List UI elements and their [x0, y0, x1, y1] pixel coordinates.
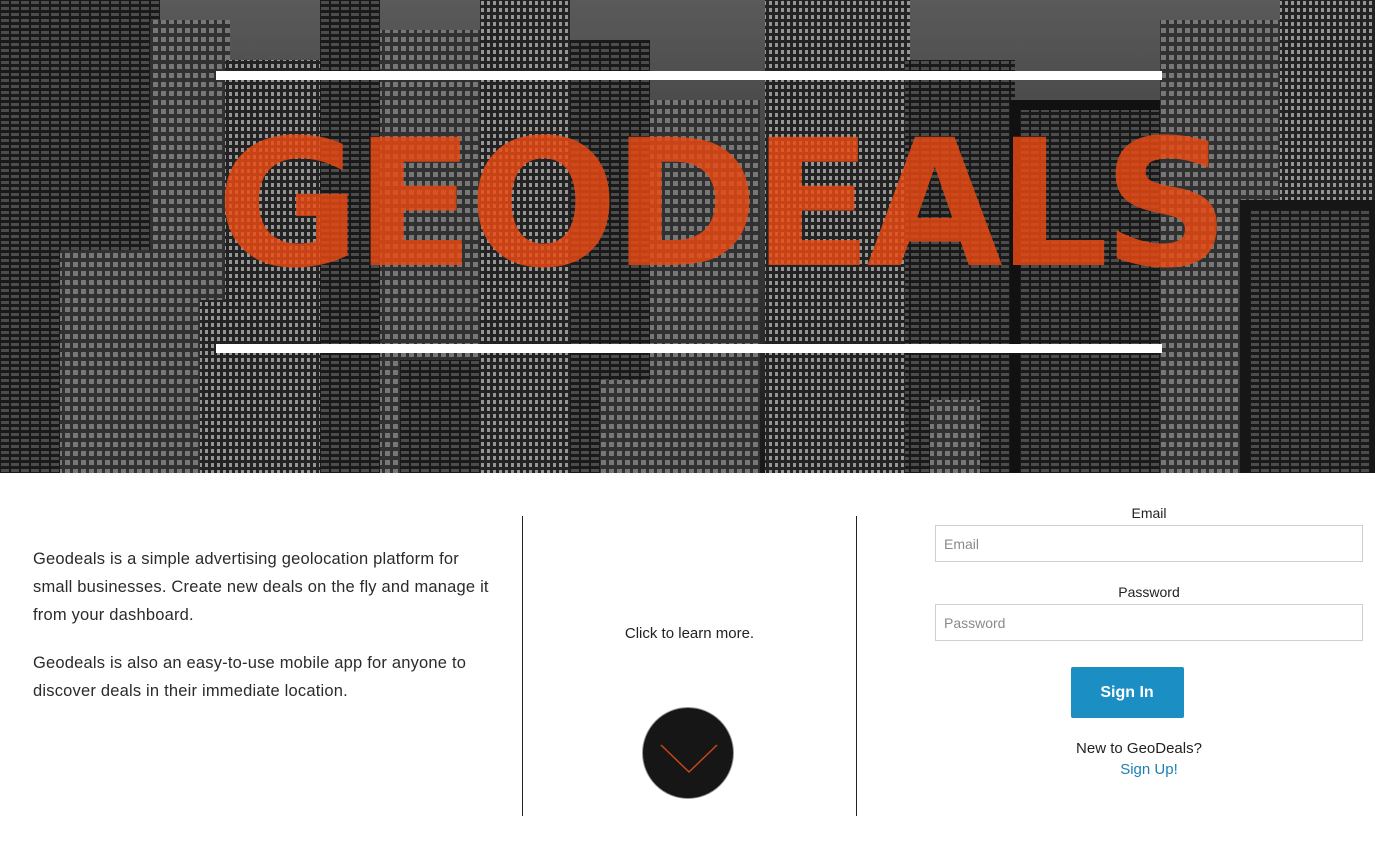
password-field[interactable] [935, 604, 1363, 641]
sign-up-link[interactable]: Sign Up! [935, 761, 1363, 778]
hero-bottom-rule [216, 344, 1162, 353]
sign-in-button[interactable]: Sign In [1070, 667, 1184, 718]
password-label: Password [1118, 584, 1180, 600]
site-logo-title: GEODEALS [216, 102, 1230, 307]
about-paragraph-2: Geodeals is also an easy-to-use mobile a… [33, 654, 467, 700]
new-user-text: New to GeoDeals? [1076, 740, 1202, 757]
email-field[interactable] [935, 525, 1363, 562]
learn-more-text: Click to learn more. [624, 625, 755, 642]
column-divider-left [522, 516, 523, 816]
hero-banner: GEODEALS [0, 0, 1375, 473]
about-column: Geodeals is a simple advertising geoloca… [33, 545, 493, 725]
hero-top-rule [216, 71, 1162, 80]
learn-more-button[interactable] [642, 707, 734, 799]
login-form: Email Password Sign In New to GeoDeals? … [935, 505, 1363, 778]
content-section: Geodeals is a simple advertising geoloca… [0, 473, 1375, 858]
about-paragraph-1: Geodeals is a simple advertising geoloca… [33, 550, 489, 624]
column-divider-right [856, 516, 857, 816]
email-label: Email [1131, 505, 1167, 521]
chevron-down-icon [660, 744, 718, 774]
